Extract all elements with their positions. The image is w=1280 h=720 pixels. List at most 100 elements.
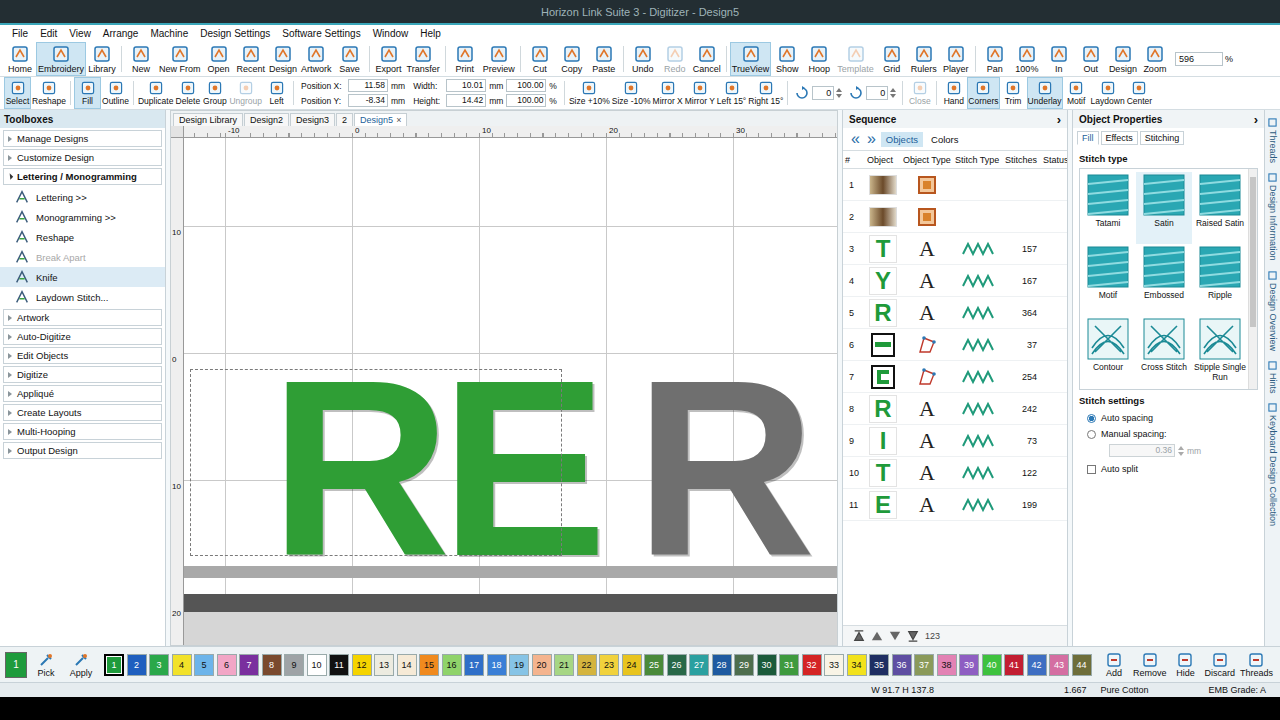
toolbar-button[interactable]: Trim bbox=[1000, 77, 1027, 109]
toolbar-button[interactable]: Recent bbox=[235, 42, 268, 76]
properties-tab[interactable]: Effects bbox=[1101, 131, 1138, 145]
menu-item[interactable]: Machine bbox=[144, 28, 194, 39]
toolbar-button[interactable]: Corners bbox=[967, 77, 999, 109]
toolbar-button[interactable]: 100% bbox=[1011, 42, 1043, 76]
menu-item[interactable]: Edit bbox=[34, 28, 63, 39]
spin-arrows-icon[interactable] bbox=[890, 87, 896, 99]
spin-input[interactable]: 0 bbox=[812, 86, 834, 100]
collapse-button[interactable]: › bbox=[1254, 112, 1258, 127]
sequence-row[interactable]: 10TA122 bbox=[843, 457, 1067, 489]
toolbar-button[interactable]: Design bbox=[267, 42, 299, 76]
embroidery-letters[interactable]: R bbox=[635, 344, 806, 594]
design-canvas[interactable]: RER bbox=[184, 138, 837, 645]
toolbar-button[interactable]: Copy bbox=[556, 42, 588, 76]
document-tab[interactable]: Design3 bbox=[290, 113, 335, 126]
toolbar-button[interactable]: Underlay bbox=[1027, 77, 1063, 109]
toolbox-item[interactable]: Break Apart bbox=[0, 247, 165, 267]
color-swatch[interactable]: 19 bbox=[509, 654, 529, 676]
color-swatch[interactable]: 7 bbox=[239, 654, 259, 676]
sequence-row[interactable]: 5RA364 bbox=[843, 297, 1067, 329]
zoom-input[interactable]: 596 bbox=[1175, 52, 1223, 66]
renumber-button[interactable]: 123 bbox=[925, 631, 940, 641]
color-swatch[interactable]: 3 bbox=[149, 654, 169, 676]
document-tab[interactable]: 2 bbox=[336, 113, 353, 126]
radio-button[interactable] bbox=[1087, 430, 1096, 439]
close-tab-button[interactable]: × bbox=[396, 114, 401, 126]
toolbar-button[interactable]: Redo bbox=[659, 42, 691, 76]
menu-item[interactable]: View bbox=[63, 28, 97, 39]
spin-arrows-icon[interactable] bbox=[836, 87, 842, 99]
toolbar-button[interactable]: Show bbox=[771, 42, 803, 76]
current-color[interactable]: 1 bbox=[5, 652, 27, 678]
menu-item[interactable]: File bbox=[6, 28, 34, 39]
toolbar-button[interactable]: Outline bbox=[101, 77, 130, 109]
color-swatch[interactable]: 33 bbox=[824, 654, 844, 676]
move-last-icon[interactable] bbox=[907, 630, 919, 642]
color-swatch[interactable]: 25 bbox=[644, 654, 664, 676]
toolbar-button[interactable]: Out bbox=[1075, 42, 1107, 76]
color-swatch[interactable]: 43 bbox=[1049, 654, 1069, 676]
percent-input[interactable]: 100.00 bbox=[506, 94, 546, 107]
toolbar-button[interactable]: Player bbox=[940, 42, 972, 76]
toolbar-button[interactable]: Size +10% bbox=[568, 77, 611, 109]
sequence-tab[interactable]: Colors bbox=[926, 132, 963, 147]
color-swatch[interactable]: 22 bbox=[577, 654, 597, 676]
toolbar-button[interactable]: Artwork bbox=[299, 42, 334, 76]
color-swatch[interactable]: 34 bbox=[847, 654, 867, 676]
menu-item[interactable]: Arrange bbox=[97, 28, 145, 39]
stitch-type-tile[interactable]: Contour bbox=[1080, 316, 1136, 388]
toolbar-button[interactable]: Preview bbox=[481, 42, 517, 76]
toolbar-button[interactable]: Hoop bbox=[803, 42, 835, 76]
color-swatch[interactable]: 40 bbox=[982, 654, 1002, 676]
checkbox[interactable] bbox=[1087, 465, 1096, 474]
sequence-row[interactable]: 8RA242 bbox=[843, 393, 1067, 425]
stitch-type-tile[interactable]: Satin bbox=[1136, 172, 1192, 244]
toolbar-button[interactable]: Open bbox=[203, 42, 235, 76]
color-swatch[interactable]: 29 bbox=[734, 654, 754, 676]
toolbar-button[interactable]: Hand bbox=[940, 77, 967, 109]
color-swatch[interactable]: 10 bbox=[307, 654, 327, 676]
color-swatch[interactable]: 16 bbox=[442, 654, 462, 676]
radio-button[interactable] bbox=[1087, 414, 1096, 423]
color-swatch[interactable]: 21 bbox=[554, 654, 574, 676]
color-swatch[interactable]: 1 bbox=[104, 654, 124, 676]
toolbar-button[interactable]: Duplicate bbox=[137, 77, 174, 109]
toolbar-button[interactable]: Mirror X bbox=[652, 77, 684, 109]
color-tool-button[interactable]: Apply bbox=[65, 652, 97, 678]
toolbar-button[interactable]: Select bbox=[4, 77, 31, 109]
color-swatch[interactable]: 5 bbox=[194, 654, 214, 676]
toolbox-item[interactable]: Reshape bbox=[0, 227, 165, 247]
spin-input[interactable]: 0 bbox=[866, 86, 888, 100]
toolbox-item[interactable]: Lettering >> bbox=[0, 187, 165, 207]
stitch-type-tile[interactable]: Raised Satin bbox=[1192, 172, 1248, 244]
sequence-row[interactable]: 11EA199 bbox=[843, 489, 1067, 521]
spacing-option[interactable]: Manual spacing: bbox=[1073, 426, 1264, 442]
sequence-tab[interactable]: Objects bbox=[881, 132, 923, 147]
toolbar-button[interactable]: Mirror Y bbox=[684, 77, 716, 109]
color-swatch[interactable]: 36 bbox=[892, 654, 912, 676]
toolbar-button[interactable]: Transfer bbox=[405, 42, 442, 76]
move-up-icon[interactable] bbox=[871, 630, 883, 642]
stitch-type-tile[interactable]: Embossed bbox=[1136, 244, 1192, 316]
color-swatch[interactable]: 37 bbox=[914, 654, 934, 676]
color-action-button[interactable]: Discard bbox=[1202, 652, 1237, 678]
toolbox-item[interactable]: Monogramming >> bbox=[0, 207, 165, 227]
toolbox-section[interactable]: Appliqué bbox=[3, 385, 162, 402]
stitch-type-tile[interactable]: Cross Stitch bbox=[1136, 316, 1192, 388]
toolbar-button[interactable]: Left bbox=[263, 77, 290, 109]
stitch-type-tile[interactable]: Stipple Single Run bbox=[1192, 316, 1248, 388]
toolbar-button[interactable]: Pan bbox=[979, 42, 1011, 76]
move-first-icon[interactable] bbox=[853, 630, 865, 642]
toolbar-button[interactable]: Export bbox=[373, 42, 405, 76]
toolbar-button[interactable]: Library bbox=[86, 42, 118, 76]
color-swatch[interactable]: 30 bbox=[757, 654, 777, 676]
toolbox-section[interactable]: Auto-Digitize bbox=[3, 328, 162, 345]
menu-item[interactable]: Software Settings bbox=[276, 28, 366, 39]
toolbar-button[interactable]: Center bbox=[1126, 77, 1154, 109]
nav-button[interactable]: » bbox=[865, 131, 878, 147]
scrollbar-thumb[interactable] bbox=[1250, 177, 1256, 327]
color-swatch[interactable]: 38 bbox=[937, 654, 957, 676]
properties-tab[interactable]: Fill bbox=[1077, 131, 1099, 145]
document-tab[interactable]: Design2 bbox=[244, 113, 289, 126]
color-swatch[interactable]: 8 bbox=[262, 654, 282, 676]
